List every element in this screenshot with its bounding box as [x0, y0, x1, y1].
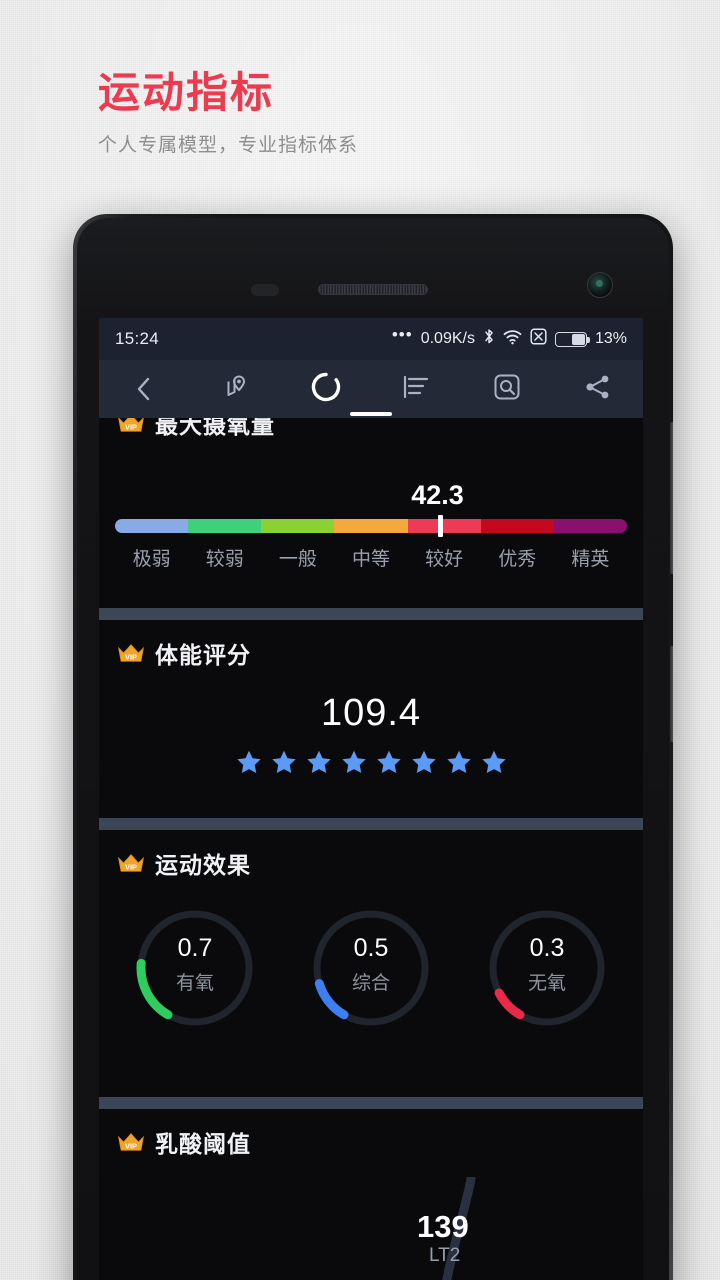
training-effect-ring: 0.5 综合 [309, 906, 433, 1030]
page-subtitle: 个人专属模型，专业指标体系 [98, 135, 359, 157]
app-nav-bar [99, 360, 643, 418]
vo2-level-label: 中等 [351, 549, 390, 570]
vo2-level-segment [480, 519, 554, 533]
lactate-threshold-card[interactable]: VIP 乳酸阈值 139 LT2 [99, 1109, 643, 1280]
star-icon [341, 750, 366, 774]
vip-crown-icon: VIP [117, 1133, 145, 1151]
fitness-score-value: 109.4 [320, 692, 422, 734]
earpiece-speaker-icon [318, 284, 428, 295]
vo2max-gradient-bar[interactable] [99, 515, 643, 537]
section-divider [99, 1097, 643, 1109]
poster-header: 运动指标 个人专属模型，专业指标体系 [98, 69, 359, 157]
lactate-threshold-label: LT2 [429, 1245, 461, 1266]
svg-text:VIP: VIP [125, 863, 137, 872]
front-camera-icon [587, 272, 613, 298]
vo2-level-label: 一般 [278, 549, 317, 570]
star-icon [376, 750, 401, 774]
training-effect-title: 运动效果 [155, 852, 251, 878]
vip-crown-icon: VIP [117, 854, 145, 872]
search-box-icon [492, 372, 522, 407]
metrics-scroll-area[interactable]: VIP 最大摄氧量 42.3 极弱 较弱 一般 中等 较好 优秀 精英 VIP … [99, 418, 643, 1280]
ring-label: 无氧 [527, 973, 566, 994]
lactate-threshold-title: 乳酸阈值 [155, 1131, 251, 1157]
vo2max-level-labels: 极弱 较弱 一般 中等 较好 优秀 精英 [99, 544, 643, 571]
page-title: 运动指标 [98, 69, 275, 116]
battery-percent: 13% [594, 330, 627, 347]
vo2-level-label: 极弱 [132, 549, 171, 570]
map-pin-icon [220, 372, 250, 407]
star-icon [411, 750, 436, 774]
lactate-threshold-value: 139 [417, 1209, 469, 1244]
ring-value: 0.3 [529, 934, 565, 962]
star-icon [481, 750, 506, 774]
vo2-level-segment [407, 519, 481, 533]
active-tab-indicator [350, 412, 392, 416]
vo2-level-segment [115, 519, 189, 533]
vip-crown-icon: VIP [117, 644, 145, 662]
map-tab[interactable] [190, 360, 281, 418]
fitness-score-title: 体能评分 [155, 642, 251, 668]
star-icon [236, 750, 261, 774]
fitness-score-stars [99, 749, 643, 775]
vo2-level-segment [261, 519, 335, 533]
power-button[interactable] [670, 646, 673, 742]
svg-text:VIP: VIP [125, 653, 137, 662]
vo2max-title: 最大摄氧量 [155, 418, 275, 438]
star-icon [271, 750, 296, 774]
ring-value: 0.7 [177, 934, 213, 962]
status-time: 15:24 [115, 329, 160, 348]
phone-screen: 15:24 ••• 0.09K/s 13% VIP 最大摄氧量 42.3 极弱 … [99, 318, 643, 1280]
vo2-level-segment [334, 519, 408, 533]
analysis-tab[interactable] [462, 360, 553, 418]
back-button[interactable] [99, 360, 190, 418]
training-effect-ring: 0.3 无氧 [485, 906, 609, 1030]
vo2-level-label: 精英 [571, 549, 610, 570]
no-sim-icon [530, 328, 547, 350]
lactate-threshold-curve [442, 1177, 476, 1280]
bar-list-icon [401, 373, 431, 406]
ring-chart-icon [310, 371, 342, 408]
vo2-level-label: 较弱 [205, 549, 244, 570]
proximity-sensor-icon [251, 284, 279, 296]
phone-mockup: 15:24 ••• 0.09K/s 13% VIP 最大摄氧量 42.3 极弱 … [73, 214, 673, 1280]
training-effect-rings: 0.7 有氧 0.5 综合 0.3 无氧 [99, 906, 643, 1030]
metrics-tab[interactable] [280, 360, 392, 418]
svg-text:VIP: VIP [125, 1142, 137, 1151]
ring-value: 0.5 [353, 934, 389, 962]
share-icon [583, 373, 613, 406]
ring-label: 综合 [351, 973, 390, 994]
network-speed: 0.09K/s [420, 330, 475, 347]
vo2max-card[interactable]: VIP 最大摄氧量 42.3 极弱 较弱 一般 中等 较好 优秀 精英 [99, 418, 643, 608]
ring-label: 有氧 [175, 973, 214, 994]
vo2-level-label: 较好 [425, 549, 464, 570]
vo2-level-label: 优秀 [498, 549, 537, 570]
section-divider [99, 818, 643, 830]
vo2max-value: 42.3 [411, 480, 464, 510]
vip-crown-icon: VIP [118, 418, 144, 432]
training-effect-ring: 0.7 有氧 [133, 906, 257, 1030]
training-effect-card[interactable]: VIP 运动效果 0.7 有氧 0.5 综合 0.3 无氧 [99, 830, 643, 1097]
svg-text:VIP: VIP [125, 423, 137, 432]
list-tab[interactable] [371, 360, 462, 418]
star-icon [306, 750, 331, 774]
vo2-level-segment [553, 519, 627, 533]
status-bar: 15:24 ••• 0.09K/s 13% [99, 318, 643, 360]
vo2-level-segment [188, 519, 262, 533]
section-divider [99, 608, 643, 620]
vo2max-marker [437, 515, 443, 537]
battery-icon [554, 331, 590, 347]
volume-button[interactable] [670, 422, 673, 574]
bluetooth-icon [483, 328, 495, 350]
star-icon [446, 750, 471, 774]
wifi-icon [503, 329, 522, 350]
share-button[interactable] [552, 360, 643, 418]
fitness-score-card[interactable]: VIP 体能评分 109.4 [99, 620, 643, 818]
